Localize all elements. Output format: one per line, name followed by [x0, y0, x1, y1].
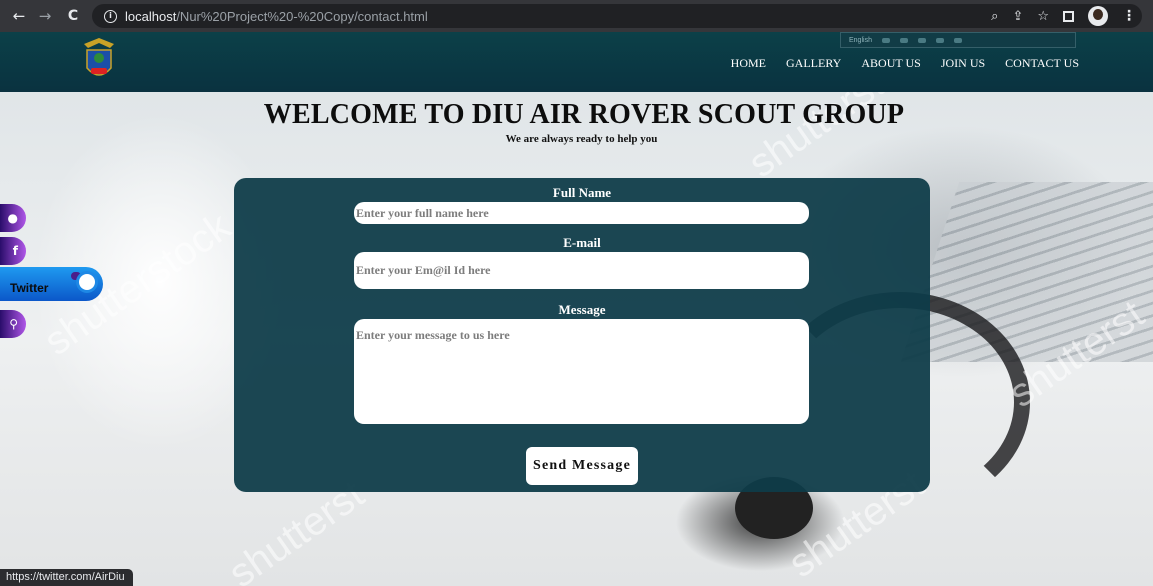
message-label: Message — [558, 302, 606, 317]
toolbar-dot-icon — [899, 37, 908, 43]
email-input[interactable] — [354, 252, 809, 289]
full-name-input[interactable] — [354, 202, 809, 224]
share-icon[interactable]: ⇪ — [1012, 9, 1023, 24]
nav-gallery[interactable]: GALLERY — [786, 56, 841, 71]
site-header: English HOME GALLERY ABOUT US JOIN US CO… — [0, 32, 1153, 92]
page-subtitle: We are always ready to help you — [505, 133, 658, 145]
browser-toolbar: ← → C i localhost/Nur%20Project%20-%20Co… — [0, 0, 1153, 32]
email-label: E-mail — [563, 235, 601, 250]
browser-menu-icon[interactable]: ⋮ — [1122, 8, 1136, 24]
send-message-button[interactable]: Send Message — [526, 447, 638, 485]
toolbar-dot-icon — [935, 37, 944, 43]
url-host: localhost — [125, 8, 177, 24]
url-path: /Nur%20Project%20-%20Copy/contact.html — [176, 8, 428, 24]
forward-arrow-icon[interactable]: → — [34, 5, 56, 27]
twitter-label: Twitter — [10, 281, 49, 295]
toolbar-dot-icon — [917, 37, 926, 43]
diu-logo-icon[interactable] — [82, 34, 116, 86]
nav-about-us[interactable]: ABOUT US — [861, 56, 920, 71]
twitter-social-button[interactable]: Twitter — [0, 267, 103, 301]
site-info-icon[interactable]: i — [104, 9, 117, 23]
globe-icon: ● — [7, 211, 18, 225]
back-arrow-icon[interactable]: ← — [8, 5, 30, 27]
contact-form: Full Name E-mail Message Send Message — [234, 178, 930, 492]
language-toolbar[interactable]: English — [840, 32, 1076, 48]
url-text[interactable]: localhost/Nur%20Project%20-%20Copy/conta… — [125, 9, 428, 24]
nav-join-us[interactable]: JOIN US — [941, 56, 985, 71]
zoom-icon[interactable]: ⌕ — [991, 9, 998, 24]
status-link-preview: https://twitter.com/AirDiu — [0, 569, 133, 586]
toolbar-dot-icon — [881, 37, 890, 43]
bookmark-star-icon[interactable]: ☆ — [1037, 9, 1049, 24]
facebook-social-button[interactable]: f — [0, 237, 26, 265]
page-viewport: shutterstock shutterst shutterst shutter… — [0, 32, 1153, 586]
address-bar[interactable]: i localhost/Nur%20Project%20-%20Copy/con… — [92, 4, 1142, 28]
twitter-icon — [79, 274, 95, 290]
reload-icon[interactable]: C — [62, 5, 84, 27]
toolbar-dot-icon — [953, 37, 962, 43]
globe-social-button[interactable]: ● — [0, 204, 26, 232]
location-social-button[interactable]: ⚲ — [0, 310, 26, 338]
nav-home[interactable]: HOME — [731, 56, 766, 71]
side-panel-icon[interactable] — [1063, 10, 1074, 22]
page-title: WELCOME TO DIU AIR ROVER SCOUT GROUP — [263, 99, 905, 130]
nav-contact-us[interactable]: CONTACT US — [1005, 56, 1079, 71]
location-pin-icon: ⚲ — [9, 317, 18, 331]
message-textarea[interactable] — [354, 319, 809, 424]
main-nav: HOME GALLERY ABOUT US JOIN US CONTACT US — [731, 56, 1079, 71]
facebook-icon: f — [12, 244, 18, 258]
language-label[interactable]: English — [849, 37, 872, 44]
full-name-label: Full Name — [552, 185, 612, 200]
profile-avatar[interactable] — [1088, 6, 1108, 26]
